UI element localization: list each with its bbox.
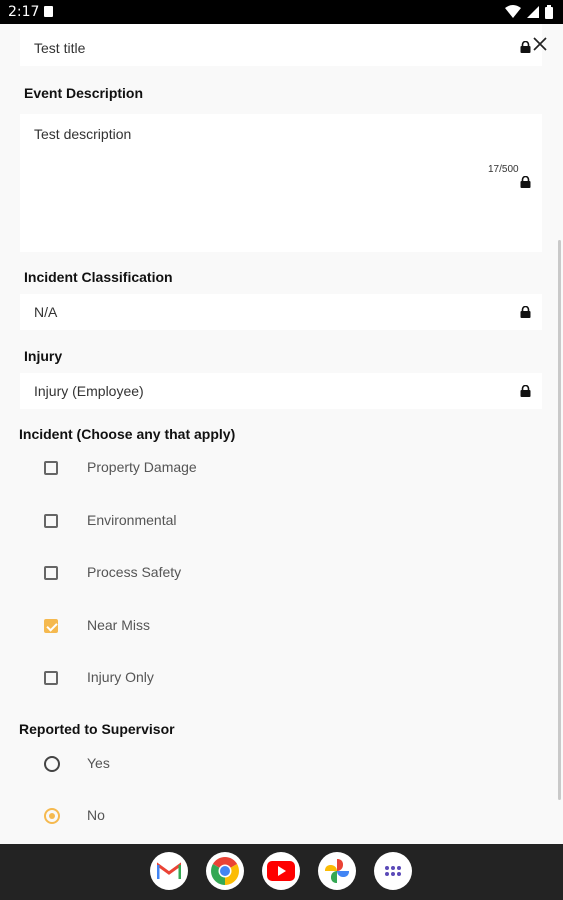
lock-icon: [520, 306, 531, 318]
injury-label: Injury: [24, 348, 63, 364]
sd-card-icon: [44, 6, 53, 17]
radio-button-selected[interactable]: [44, 808, 60, 824]
checkbox-box[interactable]: [44, 671, 58, 685]
checkbox-near-miss[interactable]: Near Miss: [40, 612, 340, 642]
status-time: 2:17: [8, 4, 40, 20]
checkbox-box[interactable]: [44, 514, 58, 528]
incident-form[interactable]: Test title Event Description Test descri…: [0, 24, 563, 844]
radio-label: Yes: [87, 755, 110, 771]
checkbox-box[interactable]: [44, 461, 58, 475]
checkbox-box[interactable]: [44, 566, 58, 580]
event-description-textarea[interactable]: Test description: [20, 114, 542, 252]
gmail-app[interactable]: [150, 852, 188, 890]
incident-classification-label: Incident Classification: [24, 269, 173, 285]
dock-bar: [0, 844, 563, 900]
chrome-icon: [211, 857, 239, 885]
battery-icon: [545, 5, 553, 19]
wifi-icon: [505, 5, 521, 18]
incident-classification-field[interactable]: N/A: [20, 294, 542, 330]
gmail-icon: [157, 862, 181, 879]
signal-icon: [527, 6, 539, 18]
app-drawer-icon: [385, 866, 401, 876]
incident-label: Incident (Choose any that apply): [19, 426, 236, 442]
youtube-icon: [267, 861, 295, 881]
photos-app[interactable]: [318, 852, 356, 890]
event-description-value: Test description: [34, 126, 132, 142]
youtube-app[interactable]: [262, 852, 300, 890]
checkbox-label: Injury Only: [87, 669, 154, 685]
character-counter: 17/500: [488, 164, 519, 175]
checkbox-box-checked[interactable]: [44, 619, 58, 633]
checkbox-environmental[interactable]: Environmental: [40, 507, 340, 537]
checkbox-label: Environmental: [87, 512, 177, 528]
reported-to-supervisor-label: Reported to Supervisor: [19, 721, 175, 737]
chrome-app[interactable]: [206, 852, 244, 890]
checkbox-property-damage[interactable]: Property Damage: [40, 454, 340, 484]
checkbox-label: Property Damage: [87, 459, 197, 475]
title-value: Test title: [34, 40, 86, 56]
incident-classification-value: N/A: [34, 304, 58, 320]
status-bar: 2:17: [0, 0, 563, 24]
lock-icon: [520, 41, 531, 53]
injury-value: Injury (Employee): [34, 383, 144, 399]
checkbox-process-safety[interactable]: Process Safety: [40, 559, 340, 589]
photos-icon: [325, 859, 349, 883]
radio-label: No: [87, 807, 105, 823]
scrollbar[interactable]: [558, 240, 561, 800]
radio-button[interactable]: [44, 756, 60, 772]
checkbox-label: Process Safety: [87, 564, 182, 580]
radio-yes[interactable]: Yes: [40, 750, 340, 780]
checkbox-injury-only[interactable]: Injury Only: [40, 664, 340, 694]
injury-field[interactable]: Injury (Employee): [20, 373, 542, 409]
title-field[interactable]: Test title: [20, 24, 542, 66]
close-icon[interactable]: [532, 36, 548, 52]
lock-icon: [520, 385, 531, 397]
radio-no[interactable]: No: [40, 802, 340, 832]
event-description-label: Event Description: [24, 85, 144, 101]
app-drawer[interactable]: [374, 852, 412, 890]
lock-icon: [520, 176, 531, 188]
checkbox-label: Near Miss: [87, 617, 151, 633]
